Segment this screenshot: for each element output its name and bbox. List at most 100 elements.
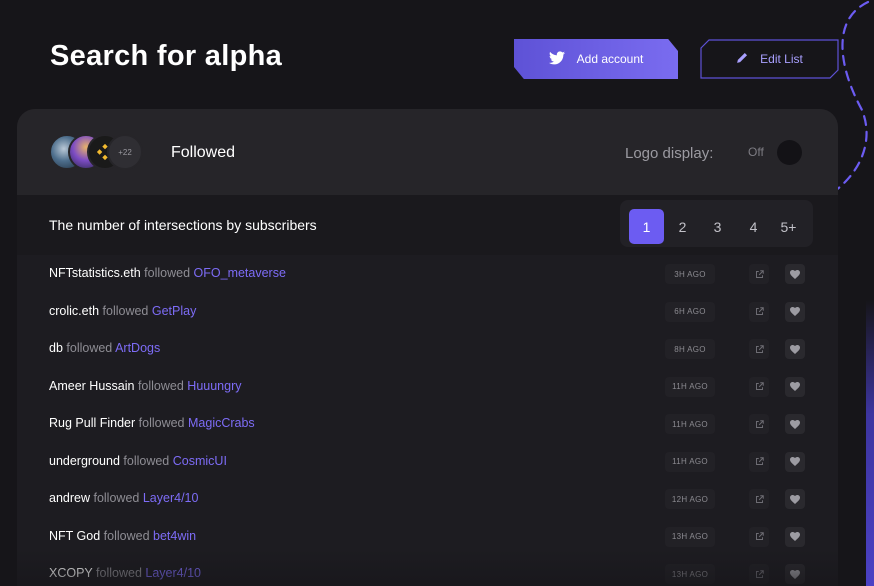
page-button-2[interactable]: 2	[665, 209, 700, 244]
external-link-icon	[755, 457, 764, 465]
feed-verb: followed	[103, 528, 150, 543]
avatar-more-count: +22	[107, 134, 143, 170]
feed-user[interactable]: Rug Pull Finder	[49, 416, 135, 430]
time-ago-badge: 12H AGO	[665, 489, 715, 509]
heart-icon	[790, 344, 800, 354]
followed-label: Followed	[171, 144, 236, 161]
pencil-icon	[736, 52, 748, 67]
feed-row: NFT God followed bet4win 13H AGO	[17, 518, 838, 556]
external-link-button[interactable]	[749, 301, 769, 322]
time-ago-badge: 11H AGO	[665, 414, 715, 434]
external-link-icon	[755, 419, 764, 428]
feed-verb: followed	[144, 266, 191, 280]
like-button[interactable]	[785, 526, 805, 547]
logo-display-toggle-state: Off	[748, 145, 764, 159]
feed-user[interactable]: NFT God	[49, 529, 100, 543]
external-link-icon	[755, 532, 764, 540]
external-link-button[interactable]	[749, 376, 769, 397]
like-button[interactable]	[785, 489, 805, 509]
time-ago-badge: 13H AGO	[665, 564, 715, 584]
external-link-button[interactable]	[749, 451, 769, 472]
feed-target[interactable]: ArtDogs	[115, 341, 160, 355]
feed-verb: followed	[123, 453, 170, 468]
heart-icon	[790, 419, 800, 429]
like-button[interactable]	[785, 451, 805, 472]
twitter-icon	[548, 50, 565, 68]
intersections-pager: 1 2 3 4 5+	[620, 200, 813, 247]
feed-row: underground followed CosmicUI 11H AGO	[17, 443, 838, 481]
heart-icon	[790, 532, 800, 541]
external-link-icon	[755, 382, 764, 390]
feed-panel: +22 Followed Logo display: Off The numbe…	[17, 109, 838, 586]
feed-verb: followed	[102, 303, 149, 318]
feed-user[interactable]: XCOPY	[49, 566, 93, 580]
feed-user[interactable]: Ameer Hussain	[49, 379, 134, 393]
external-link-button[interactable]	[749, 414, 769, 434]
feed-target[interactable]: Layer4/10	[143, 491, 199, 505]
feed-row: andrew followed Layer4/10 12H AGO	[17, 480, 838, 518]
external-link-icon	[755, 269, 764, 278]
external-link-button[interactable]	[749, 339, 769, 359]
feed-target[interactable]: Huuungry	[187, 379, 241, 393]
feed-target[interactable]: MagicCrabs	[188, 416, 255, 430]
like-button[interactable]	[785, 339, 805, 359]
followed-header: +22 Followed Logo display: Off	[17, 109, 838, 195]
page-button-4[interactable]: 4	[736, 209, 771, 244]
external-link-button[interactable]	[749, 489, 769, 509]
feed-verb: followed	[93, 491, 140, 505]
feed-row: XCOPY followed Layer4/10 13H AGO	[17, 555, 838, 586]
heart-icon	[790, 494, 800, 504]
heart-icon	[790, 307, 800, 316]
time-ago-badge: 11H AGO	[665, 451, 715, 472]
feed-verb: followed	[137, 378, 184, 393]
like-button[interactable]	[785, 414, 805, 434]
time-ago-badge: 3H AGO	[665, 264, 715, 284]
like-button[interactable]	[785, 564, 805, 584]
like-button[interactable]	[785, 264, 805, 284]
feed-row: Ameer Hussain followed Huuungry 11H AGO	[17, 368, 838, 406]
feed-row: db followed ArtDogs 8H AGO	[17, 330, 838, 368]
feed-target[interactable]: GetPlay	[152, 304, 196, 318]
feed-user[interactable]: underground	[49, 454, 120, 468]
feed-target[interactable]: CosmicUI	[173, 454, 227, 468]
heart-icon	[790, 457, 800, 466]
time-ago-badge: 6H AGO	[665, 301, 715, 322]
add-account-button[interactable]: Add account	[514, 39, 678, 79]
external-link-icon	[755, 344, 764, 353]
page-button-5-plus[interactable]: 5+	[771, 209, 806, 244]
feed-verb: followed	[138, 416, 185, 430]
like-button[interactable]	[785, 376, 805, 397]
avatar-stack[interactable]: +22	[49, 134, 159, 172]
feed-user[interactable]: NFTstatistics.eth	[49, 266, 141, 280]
add-account-label: Add account	[576, 52, 644, 66]
external-link-icon	[755, 494, 764, 503]
heart-icon	[790, 269, 800, 279]
external-link-icon	[755, 569, 764, 578]
intersections-label: The number of intersections by subscribe…	[49, 217, 317, 233]
edge-glow	[866, 300, 874, 586]
external-link-button[interactable]	[749, 264, 769, 284]
like-button[interactable]	[785, 301, 805, 322]
external-link-button[interactable]	[749, 564, 769, 584]
app-window: Search for alpha Add account Edit List +…	[0, 0, 874, 586]
page-button-1[interactable]: 1	[629, 209, 664, 244]
feed-verb: followed	[96, 566, 142, 580]
time-ago-badge: 8H AGO	[665, 339, 715, 359]
external-link-button[interactable]	[749, 526, 769, 547]
feed-row: NFTstatistics.eth followed OFO_metaverse…	[17, 255, 838, 293]
feed-target[interactable]: bet4win	[153, 529, 196, 543]
feed-user[interactable]: crolic.eth	[49, 304, 99, 318]
logo-display-toggle[interactable]	[777, 140, 802, 165]
time-ago-badge: 13H AGO	[665, 526, 715, 547]
feed-target[interactable]: Layer4/10	[145, 566, 201, 580]
feed-user[interactable]: andrew	[49, 491, 90, 505]
page-title: Search for alpha	[50, 40, 283, 72]
feed-verb: followed	[66, 341, 113, 355]
feed-user[interactable]: db	[49, 341, 63, 355]
intersections-bar: The number of intersections by subscribe…	[17, 195, 838, 255]
feed-target[interactable]: OFO_metaverse	[194, 266, 286, 280]
page-button-3[interactable]: 3	[700, 209, 735, 244]
heart-icon	[790, 382, 800, 391]
heart-icon	[790, 569, 800, 579]
external-link-icon	[755, 307, 764, 315]
